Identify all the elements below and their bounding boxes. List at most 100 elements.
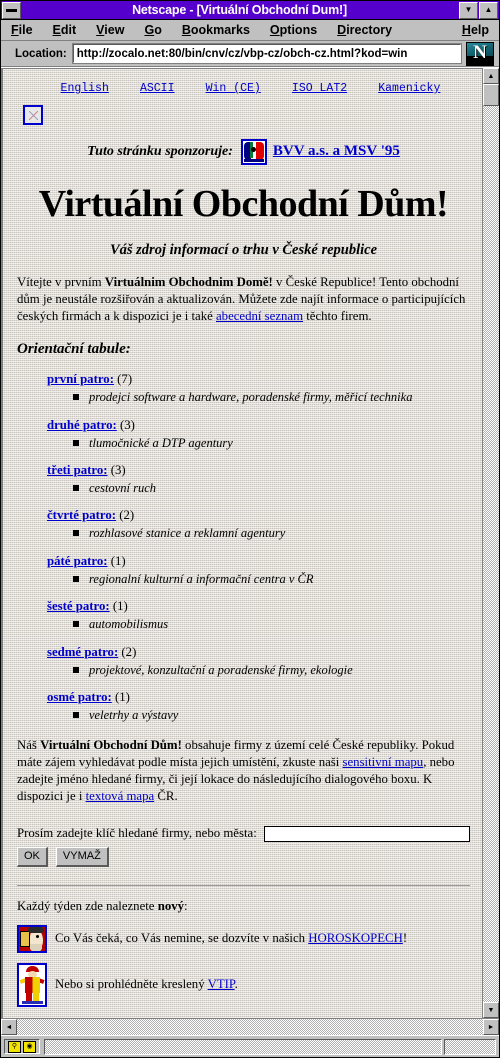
horoscope-link[interactable]: HOROSKOPECH bbox=[308, 931, 403, 945]
list-item: šesté patro: (1) automobilismus bbox=[17, 598, 470, 632]
form-buttons: OK VYMAŽ bbox=[17, 847, 470, 868]
bullet-icon bbox=[73, 621, 79, 628]
body-bold: Virtuální Obchodní Dům! bbox=[40, 738, 182, 753]
clear-button[interactable]: VYMAŽ bbox=[55, 847, 109, 868]
bvv-logo-icon[interactable] bbox=[240, 139, 267, 166]
vtip-text: Nebo si prohlédněte kreslený VTIP. bbox=[55, 977, 238, 992]
search-form: Prosím zadejte klíč hledané firmy, nebo … bbox=[17, 825, 470, 842]
menu-bar: File Edit View Go Bookmarks Options Dire… bbox=[1, 20, 499, 41]
floor-count-4: (2) bbox=[119, 508, 135, 523]
menu-directory[interactable]: Directory bbox=[337, 23, 392, 37]
horoscope-text: Co Vás čeká, co Vás nemine, se dozvíte v… bbox=[55, 931, 408, 946]
floor-desc-5: regionalní kulturní a informační centra … bbox=[47, 571, 470, 588]
floor-link-5[interactable]: páté patro: bbox=[47, 554, 108, 568]
menu-bookmarks-label: ookmarks bbox=[190, 23, 250, 37]
menu-options-accel: O bbox=[269, 23, 280, 37]
floor-heading: čtvrté patro: (2) bbox=[47, 507, 470, 524]
status-icons: ⚲ ◉ bbox=[4, 1039, 40, 1054]
horizontal-scrollbar[interactable]: ◄ ► bbox=[1, 1018, 499, 1035]
menu-view[interactable]: View bbox=[96, 23, 124, 37]
floor-heading: páté patro: (1) bbox=[47, 553, 470, 570]
floor-heading: sedmé patro: (2) bbox=[47, 644, 470, 661]
menu-help-accel: H bbox=[461, 23, 471, 37]
broken-image-placeholder-icon[interactable] bbox=[23, 105, 43, 126]
menu-go[interactable]: Go bbox=[144, 23, 161, 37]
lang-link-kamenicky[interactable]: Kamenicky bbox=[378, 81, 440, 96]
ok-button[interactable]: OK bbox=[17, 847, 48, 868]
list-item: třeti patro: (3) cestovní ruch bbox=[17, 462, 470, 496]
sensitive-map-link[interactable]: sensitivní mapu bbox=[343, 755, 424, 769]
floor-heading: šesté patro: (1) bbox=[47, 598, 470, 615]
language-nav: English ASCII Win (CE) ISO LAT2 Kamenick… bbox=[17, 69, 470, 96]
menu-edit-accel: E bbox=[52, 23, 61, 37]
bullet-icon bbox=[73, 575, 79, 582]
lang-link-english[interactable]: English bbox=[61, 81, 109, 96]
sponsor-label: Tuto stránku sponzoruje: bbox=[87, 143, 233, 159]
scroll-thumb[interactable] bbox=[483, 84, 499, 106]
floor-link-6[interactable]: šesté patro: bbox=[47, 599, 110, 613]
weekly-text: Každý týden zde naleznete nový: bbox=[17, 898, 470, 915]
list-item: první patro: (7) prodejci software a har… bbox=[17, 371, 470, 405]
scroll-right-button[interactable]: ► bbox=[483, 1019, 499, 1035]
floor-heading: první patro: (7) bbox=[47, 371, 470, 388]
status-message-field bbox=[44, 1038, 442, 1055]
floor-count-6: (1) bbox=[112, 599, 128, 614]
list-item: páté patro: (1) regionalní kulturní a in… bbox=[17, 553, 470, 587]
vertical-scrollbar[interactable]: ▲ ▼ bbox=[482, 68, 499, 1018]
menu-options[interactable]: Options bbox=[270, 23, 317, 37]
lang-link-iso-lat2[interactable]: ISO LAT2 bbox=[292, 81, 347, 96]
floor-link-4[interactable]: čtvrté patro: bbox=[47, 508, 116, 522]
menu-file[interactable]: File bbox=[11, 23, 33, 37]
intro-part1: Vítejte v prvním bbox=[17, 275, 105, 290]
floor-link-7[interactable]: sedmé patro: bbox=[47, 645, 118, 659]
floor-link-8[interactable]: osmé patro: bbox=[47, 690, 112, 704]
scroll-left-button[interactable]: ◄ bbox=[1, 1019, 17, 1035]
alphabetical-list-link[interactable]: abecední seznam bbox=[216, 309, 303, 323]
page-subtitle: Váš zdroj informací o trhu v České repub… bbox=[109, 242, 378, 259]
scroll-down-button[interactable]: ▼ bbox=[483, 1002, 499, 1018]
browser-window: Netscape - [Virtuální Obchodní Dum!] ▼ ▲… bbox=[0, 0, 500, 1058]
status-bar: ⚲ ◉ bbox=[1, 1035, 499, 1057]
system-menu-button[interactable] bbox=[2, 1, 21, 19]
floor-link-2[interactable]: druhé patro: bbox=[47, 418, 117, 432]
menu-help[interactable]: Help bbox=[462, 23, 489, 37]
content-area: English ASCII Win (CE) ISO LAT2 Kamenick… bbox=[1, 67, 499, 1018]
floor-count-3: (3) bbox=[110, 463, 126, 478]
intro-bold: Virtuálnim Obchodnim Domě! bbox=[104, 275, 273, 290]
intro-part3: těchto firem. bbox=[303, 309, 372, 324]
location-input[interactable]: http://zocalo.net:80/bin/cnv/cz/vbp-cz/o… bbox=[71, 43, 463, 64]
text-map-link[interactable]: textová mapa bbox=[86, 789, 155, 803]
floor-desc-3: cestovní ruch bbox=[47, 480, 470, 497]
scroll-up-button[interactable]: ▲ bbox=[483, 68, 499, 84]
security-key-icon[interactable]: ⚲ bbox=[8, 1040, 21, 1053]
menu-go-label: o bbox=[154, 23, 162, 37]
hscroll-track[interactable] bbox=[17, 1019, 483, 1035]
maximize-button[interactable]: ▲ bbox=[479, 1, 498, 19]
web-page: English ASCII Win (CE) ISO LAT2 Kamenick… bbox=[1, 68, 482, 1018]
menu-bookmarks-accel: B bbox=[181, 23, 191, 37]
sponsor-link[interactable]: BVV a.s. a MSV '95 bbox=[273, 142, 400, 162]
vtip-link[interactable]: VTIP bbox=[208, 977, 235, 991]
lang-link-ascii[interactable]: ASCII bbox=[140, 81, 175, 96]
menu-bookmarks[interactable]: Bookmarks bbox=[182, 23, 250, 37]
floor-link-3[interactable]: třeti patro: bbox=[47, 463, 108, 477]
search-input[interactable] bbox=[263, 825, 470, 842]
section-heading: Orientační tabule: bbox=[17, 340, 131, 357]
netscape-logo-icon[interactable]: N bbox=[466, 41, 494, 66]
floor-count-5: (1) bbox=[110, 553, 126, 568]
scroll-track[interactable] bbox=[483, 106, 499, 1002]
list-item: osmé patro: (1) veletrhy a výstavy bbox=[17, 689, 470, 723]
floor-link-1[interactable]: první patro: bbox=[47, 372, 114, 386]
horoscope-icon[interactable] bbox=[17, 924, 47, 953]
menu-edit[interactable]: Edit bbox=[53, 23, 77, 37]
minimize-button[interactable]: ▼ bbox=[459, 1, 478, 19]
floor-desc-1: prodejci software a hardware, poradenské… bbox=[47, 389, 470, 406]
lang-link-win-ce[interactable]: Win (CE) bbox=[206, 81, 261, 96]
floor-heading: třeti patro: (3) bbox=[47, 462, 470, 479]
floor-desc-6: automobilismus bbox=[47, 616, 470, 633]
bullet-icon bbox=[73, 530, 79, 537]
globe-icon[interactable]: ◉ bbox=[23, 1040, 36, 1053]
bullet-icon bbox=[73, 711, 79, 718]
jester-icon[interactable] bbox=[17, 962, 47, 1007]
floor-desc-4: rozhlasové stanice a reklamní agentury bbox=[47, 525, 470, 542]
